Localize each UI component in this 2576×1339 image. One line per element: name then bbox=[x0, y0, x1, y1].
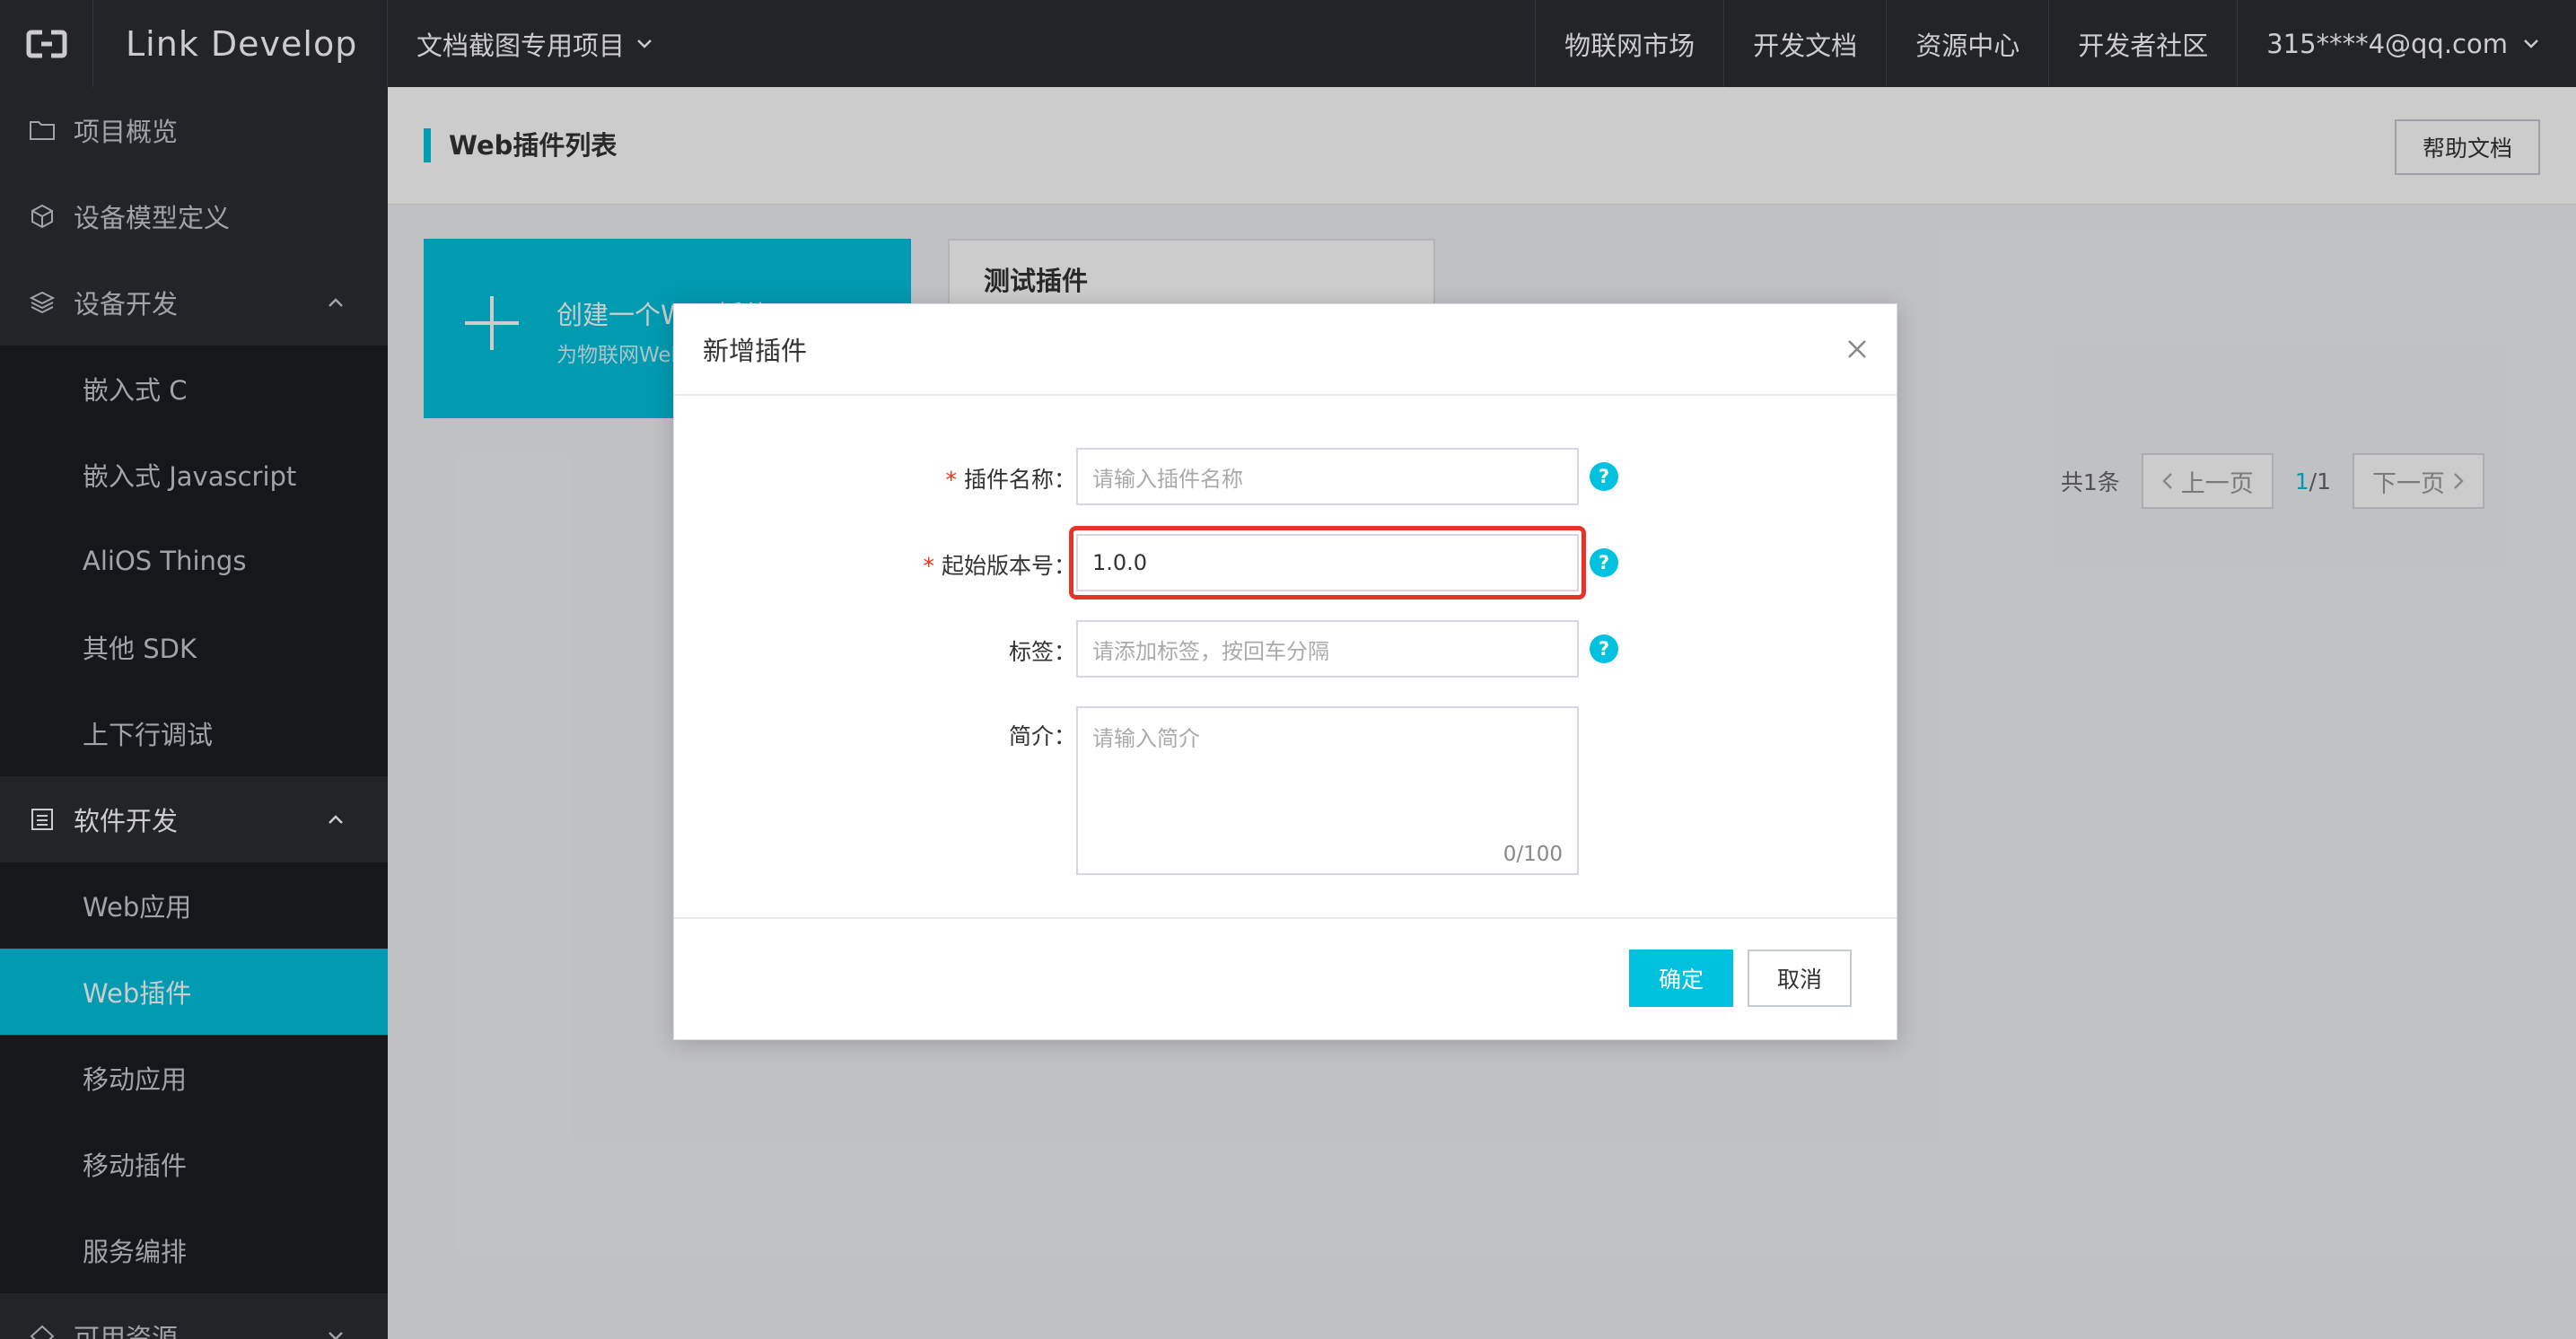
sidebar-item-alios-things[interactable]: AliOS Things bbox=[0, 518, 388, 604]
sidebar-item-label: 设备开发 bbox=[74, 289, 179, 319]
required-mark: * bbox=[923, 553, 934, 579]
sidebar-item-label: 软件开发 bbox=[74, 806, 179, 836]
page-header: Web插件列表 帮助文档 bbox=[388, 87, 2576, 205]
char-count: 0/100 bbox=[1503, 843, 1563, 866]
add-plugin-dialog: 新增插件 * 插件名称： 请输入插件名称 ? * 起始版本号： 1.0.0 ? 标签… bbox=[673, 303, 1897, 1040]
project-selector[interactable]: 文档截图专用项目 bbox=[388, 0, 653, 87]
next-page-button[interactable]: 下一页 bbox=[2353, 453, 2484, 509]
brand-name[interactable]: Link Develop bbox=[93, 0, 388, 87]
start-version-label: * 起始版本号： bbox=[923, 548, 1076, 581]
dialog-title: 新增插件 bbox=[703, 336, 808, 366]
sidebar-item-device-dev[interactable]: 设备开发 bbox=[0, 259, 388, 346]
document-icon bbox=[29, 806, 56, 833]
chevron-left-icon bbox=[2161, 473, 2172, 489]
total-pages: /1 bbox=[2309, 468, 2331, 494]
highlight-annotation bbox=[1069, 526, 1586, 599]
tags-label: 标签： bbox=[1008, 639, 1076, 665]
intro-placeholder: 请输入简介 bbox=[1092, 726, 1200, 751]
total-count: 共1条 bbox=[2060, 469, 2120, 495]
plugin-name-label: * 插件名称： bbox=[945, 462, 1076, 494]
dialog-footer: 确定 取消 bbox=[674, 919, 1897, 1041]
sidebar-item-web-plugin[interactable]: Web插件 bbox=[0, 949, 388, 1035]
plus-icon bbox=[465, 296, 519, 350]
page-title: Web插件列表 bbox=[424, 128, 617, 162]
confirm-button[interactable]: 确定 bbox=[1629, 950, 1733, 1007]
chevron-right-icon bbox=[2454, 473, 2464, 489]
sidebar-item-project-overview[interactable]: 项目概览 bbox=[0, 87, 388, 173]
intro-label: 简介： bbox=[1008, 723, 1076, 749]
sidebar-item-software-dev[interactable]: 软件开发 bbox=[0, 776, 388, 862]
plugin-card-title: 测试插件 bbox=[984, 266, 1089, 296]
layers-icon bbox=[29, 289, 56, 316]
sidebar-item-device-model[interactable]: 设备模型定义 bbox=[0, 173, 388, 259]
sidebar-item-label: 设备模型定义 bbox=[74, 203, 231, 233]
sidebar: 项目概览 设备模型定义 设备开发 嵌入式 C 嵌入式 Javascript Al… bbox=[0, 87, 388, 1339]
chevron-down-icon bbox=[2524, 39, 2538, 48]
chevron-down-icon bbox=[637, 39, 652, 48]
project-name: 文档截图专用项目 bbox=[416, 30, 626, 61]
help-icon[interactable]: ? bbox=[1590, 548, 1618, 577]
sidebar-item-service-orchestration[interactable]: 服务编排 bbox=[0, 1207, 388, 1293]
nav-dev-community[interactable]: 开发者社区 bbox=[2048, 0, 2237, 87]
prev-page-button[interactable]: 上一页 bbox=[2141, 453, 2274, 509]
link-logo-icon bbox=[26, 30, 66, 57]
top-nav: 物联网市场 开发文档 资源中心 开发者社区 315****4@qq.com bbox=[1535, 0, 2576, 87]
cancel-button[interactable]: 取消 bbox=[1748, 950, 1852, 1007]
nav-dev-docs[interactable]: 开发文档 bbox=[1723, 0, 1886, 87]
tags-input[interactable]: 请添加标签，按回车分隔 bbox=[1076, 620, 1579, 678]
logo[interactable] bbox=[0, 0, 93, 87]
sidebar-item-label: 可用资源 bbox=[74, 1323, 179, 1339]
top-bar: Link Develop 文档截图专用项目 物联网市场 开发文档 资源中心 开发… bbox=[0, 0, 2576, 87]
sidebar-item-updown-debug[interactable]: 上下行调试 bbox=[0, 690, 388, 776]
help-icon[interactable]: ? bbox=[1590, 462, 1618, 491]
current-page: 1 bbox=[2294, 468, 2309, 494]
close-icon bbox=[1848, 340, 1866, 358]
dialog-body: * 插件名称： 请输入插件名称 ? * 起始版本号： 1.0.0 ? 标签： 请添加… bbox=[674, 396, 1897, 919]
help-docs-button[interactable]: 帮助文档 bbox=[2395, 119, 2540, 175]
plugin-name-label-text: 插件名称： bbox=[963, 467, 1076, 493]
chevron-up-icon bbox=[329, 298, 343, 307]
sidebar-item-label: 项目概览 bbox=[74, 117, 179, 147]
account-email: 315****4@qq.com bbox=[2266, 28, 2508, 59]
help-icon[interactable]: ? bbox=[1590, 634, 1618, 663]
account-menu[interactable]: 315****4@qq.com bbox=[2237, 0, 2576, 87]
sidebar-item-web-app[interactable]: Web应用 bbox=[0, 862, 388, 949]
prev-page-label: 上一页 bbox=[2180, 469, 2254, 498]
plugin-name-input[interactable]: 请输入插件名称 bbox=[1076, 448, 1579, 505]
nav-resource-center[interactable]: 资源中心 bbox=[1886, 0, 2048, 87]
dialog-header: 新增插件 bbox=[674, 304, 1897, 396]
sidebar-item-embedded-js[interactable]: 嵌入式 Javascript bbox=[0, 432, 388, 518]
chevron-up-icon bbox=[329, 815, 343, 824]
start-version-label-text: 起始版本号： bbox=[941, 553, 1076, 579]
nav-iot-market[interactable]: 物联网市场 bbox=[1535, 0, 1723, 87]
sidebar-item-mobile-plugin[interactable]: 移动插件 bbox=[0, 1121, 388, 1207]
close-button[interactable] bbox=[1839, 331, 1875, 367]
resource-icon bbox=[29, 1323, 56, 1339]
intro-textarea[interactable]: 请输入简介 0/100 bbox=[1076, 706, 1579, 875]
folder-icon bbox=[29, 117, 56, 144]
required-mark: * bbox=[945, 467, 957, 493]
chevron-down-icon bbox=[329, 1332, 343, 1339]
next-page-label: 下一页 bbox=[2372, 469, 2445, 498]
sidebar-item-available-resources[interactable]: 可用资源 bbox=[0, 1293, 388, 1339]
pagination: 共1条 上一页 1/1 下一页 bbox=[2061, 453, 2484, 509]
cube-icon bbox=[29, 203, 56, 230]
sidebar-item-other-sdk[interactable]: 其他 SDK bbox=[0, 604, 388, 690]
page-indicator: 1/1 bbox=[2295, 468, 2331, 494]
sidebar-item-embedded-c[interactable]: 嵌入式 C bbox=[0, 346, 388, 432]
sidebar-item-mobile-app[interactable]: 移动应用 bbox=[0, 1035, 388, 1121]
